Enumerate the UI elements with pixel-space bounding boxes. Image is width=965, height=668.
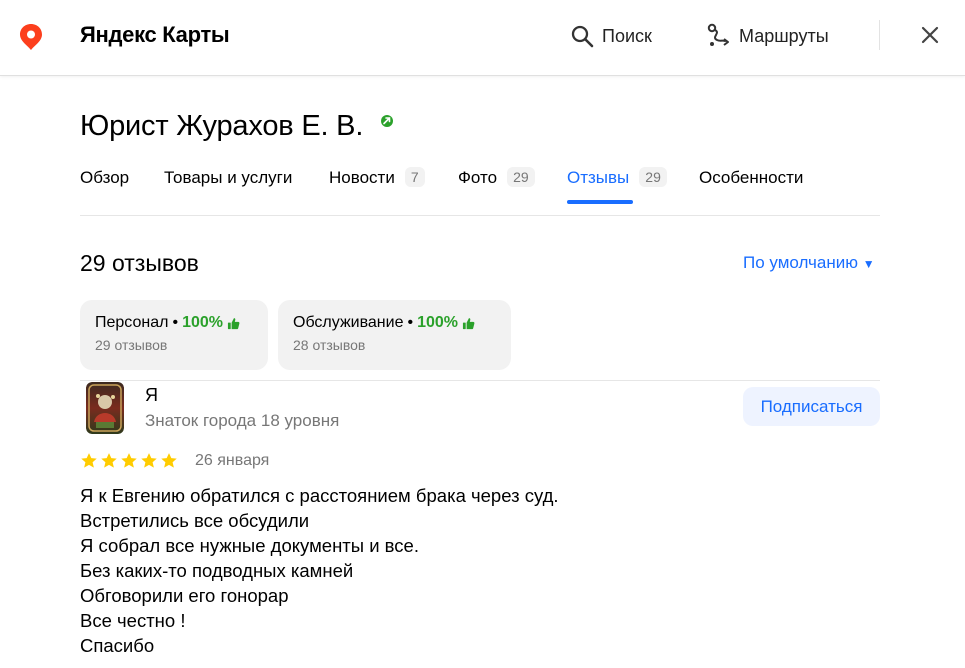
verified-icon bbox=[381, 115, 393, 127]
caret-down-icon: ▼ bbox=[862, 257, 875, 271]
sort-label: По умолчанию bbox=[743, 253, 858, 272]
star-icon bbox=[161, 453, 177, 468]
review-line: Без каких-то подводных камней bbox=[80, 560, 354, 581]
aspect-review-count: 28 отзывов bbox=[293, 337, 366, 353]
review-date: 26 января bbox=[195, 452, 270, 469]
search-label: Поиск bbox=[602, 25, 652, 46]
sort-dropdown[interactable]: По умолчанию ▼ bbox=[743, 253, 875, 273]
tab-overview[interactable]: Обзор bbox=[80, 168, 129, 208]
review-author-level: Знаток города 18 уровня bbox=[145, 411, 340, 430]
route-icon bbox=[707, 23, 729, 46]
tab-label: Обзор bbox=[80, 168, 130, 187]
tab-label: Особенности bbox=[699, 168, 804, 187]
tab-photos[interactable]: Фото 29 bbox=[458, 167, 535, 208]
aspect-percent: 100% bbox=[417, 314, 459, 331]
tab-count: 29 bbox=[507, 167, 535, 187]
close-icon[interactable] bbox=[920, 25, 940, 45]
review-line: Обговорили его гонорар bbox=[80, 585, 289, 606]
avatar[interactable] bbox=[86, 382, 124, 434]
star-icon bbox=[101, 453, 117, 468]
star-icon bbox=[141, 453, 157, 468]
map-pin-icon[interactable] bbox=[18, 23, 44, 51]
search-button[interactable]: Поиск bbox=[570, 20, 652, 52]
rating-stars bbox=[80, 452, 178, 470]
bullet-separator: • bbox=[172, 314, 179, 331]
review-line: Я к Евгению обратился с расстоянием брак… bbox=[80, 485, 559, 506]
tab-goods-services[interactable]: Товары и услуги bbox=[164, 168, 292, 208]
tab-label: Товары и услуги bbox=[164, 168, 293, 187]
tab-label: Фото bbox=[458, 168, 498, 187]
review-line: Я собрал все нужные документы и все. bbox=[80, 535, 419, 556]
tab-features[interactable]: Особенности bbox=[699, 168, 803, 208]
aspect-name: Персонал bbox=[95, 314, 169, 331]
subscribe-button[interactable]: Подписаться bbox=[743, 387, 880, 426]
tab-count: 29 bbox=[639, 167, 667, 187]
header-separator bbox=[879, 20, 880, 50]
top-bar: Яндекс Карты Поиск Маршруты bbox=[0, 0, 965, 76]
brand-logo-text[interactable]: Яндекс Карты bbox=[80, 22, 230, 48]
search-icon bbox=[571, 25, 594, 48]
review-line: Встретились все обсудили bbox=[80, 510, 310, 531]
review-line: Спасибо bbox=[80, 635, 155, 656]
routes-label: Маршруты bbox=[739, 25, 829, 46]
active-tab-indicator bbox=[567, 200, 633, 204]
review-line: Все честно ! bbox=[80, 610, 186, 631]
aspect-review-count: 29 отзывов bbox=[95, 337, 168, 353]
thumb-up-icon bbox=[227, 317, 240, 329]
tab-news[interactable]: Новости 7 bbox=[329, 167, 425, 208]
thumb-up-icon bbox=[462, 317, 475, 329]
bullet-separator: • bbox=[407, 314, 414, 331]
organization-title: Юрист Журахов Е. В. bbox=[80, 110, 364, 142]
aspect-name: Обслуживание bbox=[293, 314, 404, 331]
aspect-percent: 100% bbox=[182, 314, 223, 331]
review-author-name[interactable]: Я bbox=[145, 385, 158, 406]
aspect-chip-service[interactable]: Обслуживание • 100% 28 отзывов bbox=[278, 300, 511, 370]
routes-button[interactable]: Маршруты bbox=[707, 20, 829, 52]
tab-label: Отзывы bbox=[567, 168, 630, 187]
tab-count: 7 bbox=[404, 167, 425, 187]
reviews-count-heading: 29 отзывов bbox=[80, 250, 199, 276]
review-text: Я к Евгению обратился с расстоянием брак… bbox=[80, 483, 880, 658]
star-icon bbox=[121, 453, 137, 468]
star-icon bbox=[81, 453, 97, 468]
tab-label: Новости bbox=[329, 168, 395, 187]
aspect-chip-staff[interactable]: Персонал • 100% 29 отзывов bbox=[80, 300, 268, 370]
tabs-divider bbox=[80, 215, 880, 216]
review-divider bbox=[80, 380, 880, 381]
